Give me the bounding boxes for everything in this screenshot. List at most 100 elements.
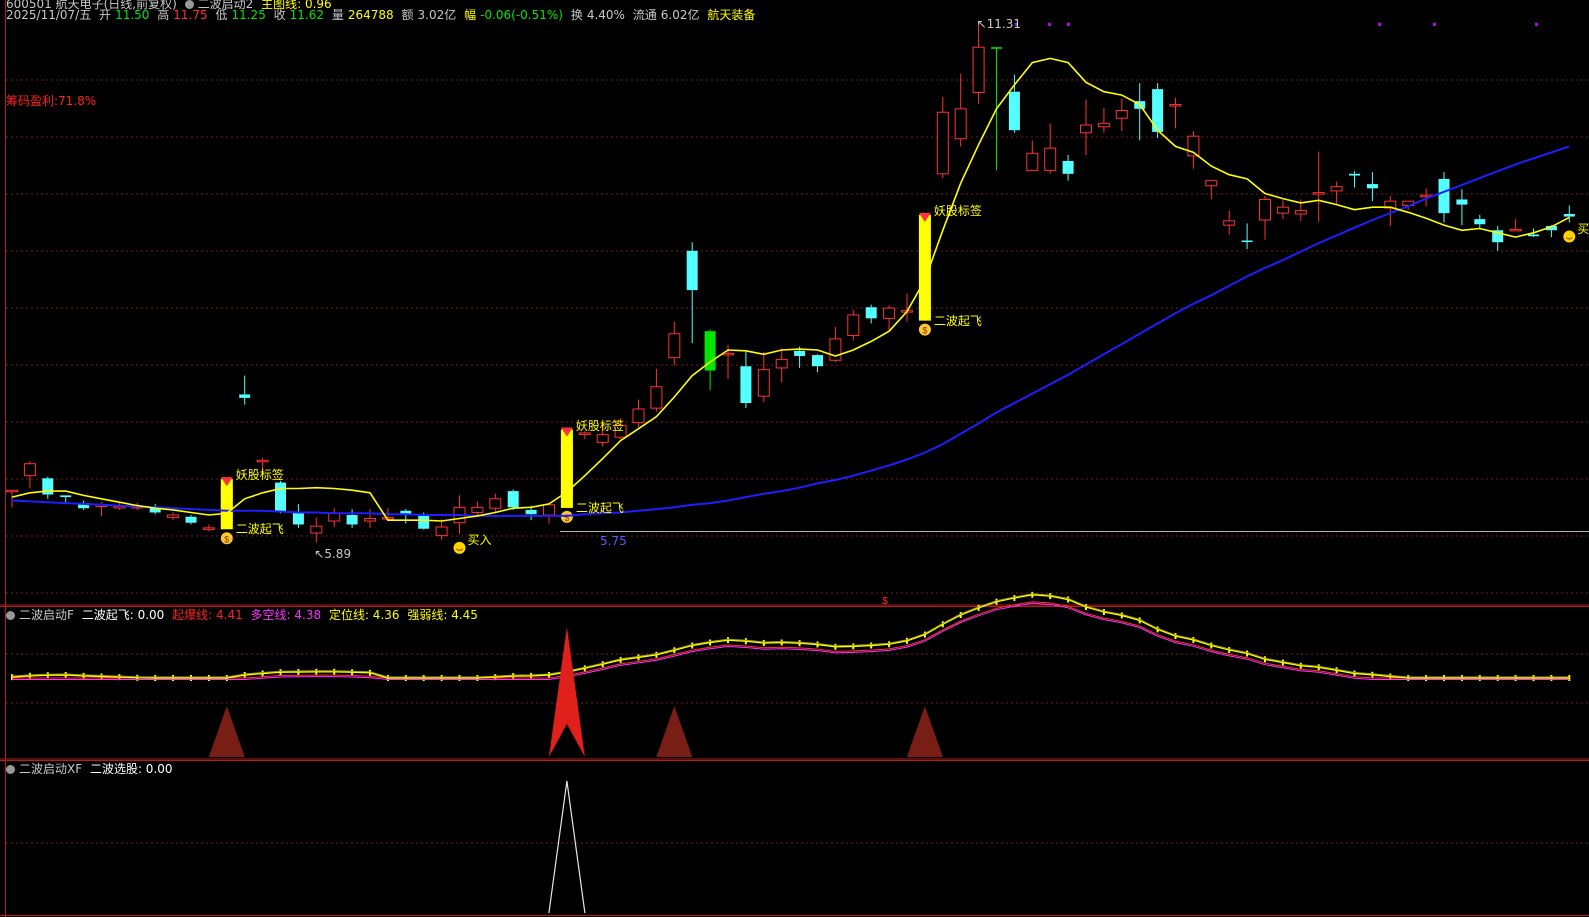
candle-body [310,525,323,534]
candle-body [1008,91,1020,131]
candle-body [1456,199,1468,205]
amount-value: 3.02亿 [417,8,457,22]
dollar-marker: $ [882,596,888,607]
candle-body [794,350,806,356]
signal-spike [208,706,245,757]
top-marker [1433,23,1436,26]
change-value: -0.06(-0.51%) [480,8,563,22]
low-value: 11.25 [231,8,266,22]
ma-fast-line [11,57,1570,522]
open-label: 开 [99,8,112,22]
candle-body [775,358,788,369]
panel3-toggle-icon[interactable] [6,765,15,774]
candle-body [1026,152,1039,171]
smile-icon [1563,230,1576,243]
top-marker [1048,23,1051,26]
amount-label: 额 [401,8,414,22]
second-wave-label: 二波起飞 [933,313,982,328]
top-marker [1378,23,1381,26]
candle-body [847,314,860,336]
panel3-select: 二波选股: 0.00 [89,762,173,776]
candle-body [185,516,197,523]
candle-body [543,504,555,516]
candle-body [1330,186,1343,192]
candle-body [1097,122,1110,128]
candle-body [202,527,215,530]
candle-body [507,491,519,508]
demon-tag-label: 妖股标签 [235,468,284,483]
turnover-label: 换 [570,8,583,22]
candle-body [1294,210,1307,215]
candle-body [1474,219,1486,225]
candle-body [256,459,269,463]
candle-body [740,366,752,404]
quote-row: 2025/11/07/五 开 11.50 高 11.75 低 11.25 收 11.62… [6,8,759,22]
candle-body [239,394,251,398]
candle-body [1563,214,1575,217]
panel2-strength-line: 强弱线: 4.45 [407,608,478,622]
money-bag-glyph: $ [224,534,229,544]
panel2-position-line: 定位线: 4.36 [328,608,400,622]
candle-body [1438,178,1450,214]
high-value: 11.75 [173,8,208,22]
candle-body [489,498,502,509]
stock-chart[interactable]: $ $ $ $ [0,0,1589,917]
panel3-header: 二波启动XF 二波选股: 0.00 [6,762,177,776]
candle-body [686,250,698,291]
demon-tag-label: 妖股标签 [933,203,982,218]
volume-value: 264788 [347,8,394,22]
float-value: 6.02亿 [660,8,700,22]
float-label: 流通 [632,8,657,22]
candle-body [1349,173,1360,176]
ma-slow-line [11,145,1570,517]
candle-body [883,307,896,319]
candle-body [632,408,645,424]
candle-body [23,463,36,477]
level-price-label: 5.75 [600,534,627,548]
panel2-toggle-icon[interactable] [6,611,15,620]
panel2-second-wave: 二波起飞: 0.00 [81,608,165,622]
candle-body [865,307,877,319]
high-price-value: 11.31 [986,16,1022,31]
candle-body [1115,110,1128,119]
chip-profit: 筹码盈利:71.8% [6,94,97,108]
candle-body [1062,160,1074,174]
candle-body [936,111,949,175]
candle-body [167,514,180,519]
buy-label: 买入 [467,532,492,547]
candle-body [578,432,591,435]
candle-body [1259,198,1271,221]
candle-body [1241,240,1253,243]
candle-body [1366,184,1378,189]
candle-body [1044,147,1057,171]
candle-body [829,338,842,361]
top-marker [1535,23,1538,26]
close-value: 11.62 [289,8,325,22]
money-bag-glyph: $ [564,513,569,523]
low-arrow-icon: ↖ [314,547,325,562]
change-label: 幅 [464,8,477,22]
candle-body [991,47,1002,49]
open-value: 11.50 [115,8,150,22]
demon-tag-label: 妖股标签 [575,418,624,433]
high-arrow-icon: ↖ [976,16,987,31]
smile-icon [453,541,466,554]
demon-signal-bar [220,479,233,530]
quote-date: 2025/11/07/五 [6,8,92,22]
candle-body [650,386,663,409]
candle-body [1223,220,1236,226]
candle-body [1080,124,1092,134]
candle-body [346,515,358,525]
candle-body [525,509,537,515]
candle-body [812,355,823,367]
money-bag-glyph: $ [922,326,927,336]
low-price-value: 5.89 [324,547,352,562]
candle-body [6,489,18,493]
second-wave-label: 二波起飞 [575,500,624,515]
panel2-name: 二波启动F [19,608,74,622]
signal-spike [906,706,943,757]
sector-tag: 航天装备 [707,8,756,22]
panel2-detonate-line: 起爆线: 4.41 [172,608,243,622]
close-label: 收 [273,8,286,22]
candle-body [1169,104,1182,107]
